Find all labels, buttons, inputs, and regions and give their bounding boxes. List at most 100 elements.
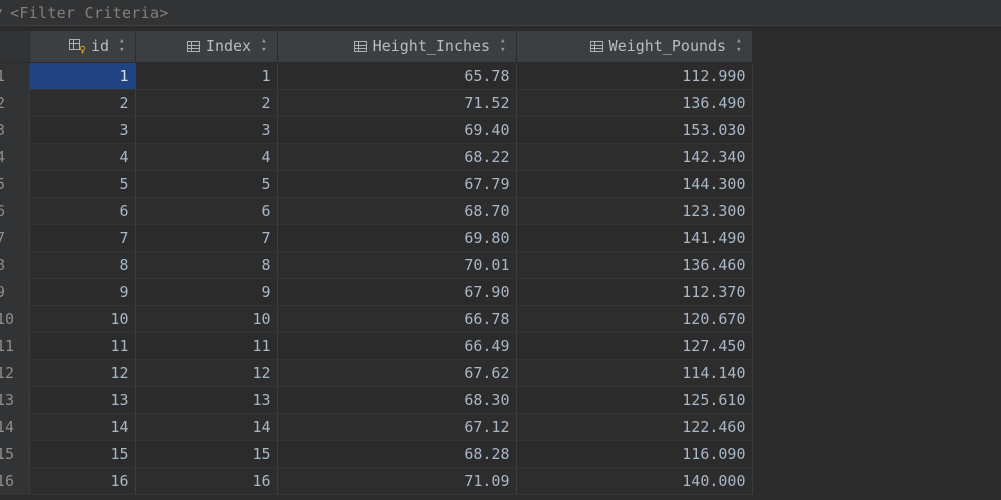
cell-index[interactable]: 1 xyxy=(135,62,278,90)
cell-weight-pounds[interactable]: 112.990 xyxy=(516,62,753,90)
row-number[interactable]: 3 xyxy=(0,116,30,144)
row-number[interactable]: 8 xyxy=(0,251,30,279)
cell-index[interactable]: 4 xyxy=(135,143,278,171)
cell-weight-pounds[interactable]: 144.300 xyxy=(516,170,753,198)
cell-index[interactable]: 16 xyxy=(135,467,278,495)
cell-weight-pounds[interactable]: 140.000 xyxy=(516,467,753,495)
cell-index[interactable]: 2 xyxy=(135,89,278,117)
cell-height-inches[interactable]: 67.12 xyxy=(277,413,517,441)
row-number[interactable]: 15 xyxy=(0,440,30,468)
cell-height-inches[interactable]: 68.70 xyxy=(277,197,517,225)
cell-weight-pounds[interactable]: 122.460 xyxy=(516,413,753,441)
cell-index[interactable]: 12 xyxy=(135,359,278,387)
cell-height-inches[interactable]: 69.80 xyxy=(277,224,517,252)
table-row[interactable]: 66668.70123.300 xyxy=(0,197,753,225)
column-header-weight-pounds[interactable]: Weight_Pounds ▴ ▾ xyxy=(516,31,753,63)
cell-weight-pounds[interactable]: 142.340 xyxy=(516,143,753,171)
table-row[interactable]: 99967.90112.370 xyxy=(0,278,753,306)
cell-index[interactable]: 14 xyxy=(135,413,278,441)
cell-height-inches[interactable]: 67.90 xyxy=(277,278,517,306)
column-header-height-inches[interactable]: Height_Inches ▴ ▾ xyxy=(277,31,517,63)
cell-height-inches[interactable]: 71.09 xyxy=(277,467,517,495)
cell-height-inches[interactable]: 68.28 xyxy=(277,440,517,468)
cell-height-inches[interactable]: 67.79 xyxy=(277,170,517,198)
cell-index[interactable]: 13 xyxy=(135,386,278,414)
cell-weight-pounds[interactable]: 127.450 xyxy=(516,332,753,360)
table-row[interactable]: 33369.40153.030 xyxy=(0,116,753,144)
cell-height-inches[interactable]: 67.62 xyxy=(277,359,517,387)
cell-weight-pounds[interactable]: 120.670 xyxy=(516,305,753,333)
table-row[interactable]: 77769.80141.490 xyxy=(0,224,753,252)
cell-id[interactable]: 10 xyxy=(29,305,136,333)
cell-index[interactable]: 9 xyxy=(135,278,278,306)
cell-weight-pounds[interactable]: 153.030 xyxy=(516,116,753,144)
cell-id[interactable]: 12 xyxy=(29,359,136,387)
table-row[interactable]: 16161671.09140.000 xyxy=(0,467,753,495)
cell-height-inches[interactable]: 65.78 xyxy=(277,62,517,90)
cell-index[interactable]: 7 xyxy=(135,224,278,252)
table-row[interactable]: 44468.22142.340 xyxy=(0,143,753,171)
cell-id[interactable]: 7 xyxy=(29,224,136,252)
table-row[interactable]: 11165.78112.990 xyxy=(0,62,753,90)
sort-icon[interactable]: ▴ ▾ xyxy=(261,37,266,55)
row-number[interactable]: 13 xyxy=(0,386,30,414)
cell-weight-pounds[interactable]: 116.090 xyxy=(516,440,753,468)
row-number[interactable]: 6 xyxy=(0,197,30,225)
cell-id[interactable]: 13 xyxy=(29,386,136,414)
cell-weight-pounds[interactable]: 141.490 xyxy=(516,224,753,252)
cell-id[interactable]: 9 xyxy=(29,278,136,306)
filter-criteria-input[interactable]: <Filter Criteria> xyxy=(10,4,169,22)
cell-weight-pounds[interactable]: 136.490 xyxy=(516,89,753,117)
row-number[interactable]: 9 xyxy=(0,278,30,306)
cell-id[interactable]: 16 xyxy=(29,467,136,495)
cell-id[interactable]: 2 xyxy=(29,89,136,117)
row-number[interactable]: 4 xyxy=(0,143,30,171)
cell-id[interactable]: 11 xyxy=(29,332,136,360)
cell-id[interactable]: 14 xyxy=(29,413,136,441)
row-number[interactable]: 12 xyxy=(0,359,30,387)
table-row[interactable]: 55567.79144.300 xyxy=(0,170,753,198)
sort-icon[interactable]: ▴ ▾ xyxy=(500,37,505,55)
table-row[interactable]: 10101066.78120.670 xyxy=(0,305,753,333)
table-row[interactable]: 88870.01136.460 xyxy=(0,251,753,279)
table-row[interactable]: 15151568.28116.090 xyxy=(0,440,753,468)
cell-index[interactable]: 8 xyxy=(135,251,278,279)
cell-height-inches[interactable]: 69.40 xyxy=(277,116,517,144)
cell-weight-pounds[interactable]: 136.460 xyxy=(516,251,753,279)
row-number[interactable]: 14 xyxy=(0,413,30,441)
cell-index[interactable]: 5 xyxy=(135,170,278,198)
row-number[interactable]: 5 xyxy=(0,170,30,198)
cell-id[interactable]: 3 xyxy=(29,116,136,144)
cell-index[interactable]: 10 xyxy=(135,305,278,333)
cell-height-inches[interactable]: 68.22 xyxy=(277,143,517,171)
cell-id[interactable]: 6 xyxy=(29,197,136,225)
row-number[interactable]: 7 xyxy=(0,224,30,252)
column-header-id[interactable]: ♀ id ▴ ▾ xyxy=(29,31,136,63)
table-row[interactable]: 14141467.12122.460 xyxy=(0,413,753,441)
row-number[interactable]: 2 xyxy=(0,89,30,117)
cell-height-inches[interactable]: 68.30 xyxy=(277,386,517,414)
cell-weight-pounds[interactable]: 125.610 xyxy=(516,386,753,414)
cell-index[interactable]: 11 xyxy=(135,332,278,360)
filter-dropdown-arrow-icon[interactable]: ▼ xyxy=(0,7,8,18)
row-number[interactable]: 11 xyxy=(0,332,30,360)
cell-height-inches[interactable]: 70.01 xyxy=(277,251,517,279)
cell-weight-pounds[interactable]: 114.140 xyxy=(516,359,753,387)
row-number-header[interactable] xyxy=(0,31,30,63)
table-row[interactable]: 11111166.49127.450 xyxy=(0,332,753,360)
cell-id[interactable]: 4 xyxy=(29,143,136,171)
row-number[interactable]: 10 xyxy=(0,305,30,333)
row-number[interactable]: 16 xyxy=(0,467,30,495)
cell-id[interactable]: 1 xyxy=(29,62,136,90)
cell-id[interactable]: 8 xyxy=(29,251,136,279)
table-row[interactable]: 12121267.62114.140 xyxy=(0,359,753,387)
cell-id[interactable]: 5 xyxy=(29,170,136,198)
sort-icon[interactable]: ▴ ▾ xyxy=(736,37,741,55)
table-row[interactable]: 13131368.30125.610 xyxy=(0,386,753,414)
cell-height-inches[interactable]: 71.52 xyxy=(277,89,517,117)
cell-weight-pounds[interactable]: 123.300 xyxy=(516,197,753,225)
cell-index[interactable]: 3 xyxy=(135,116,278,144)
filter-bar[interactable]: ▼ <Filter Criteria> xyxy=(0,0,1001,26)
cell-height-inches[interactable]: 66.78 xyxy=(277,305,517,333)
cell-index[interactable]: 15 xyxy=(135,440,278,468)
